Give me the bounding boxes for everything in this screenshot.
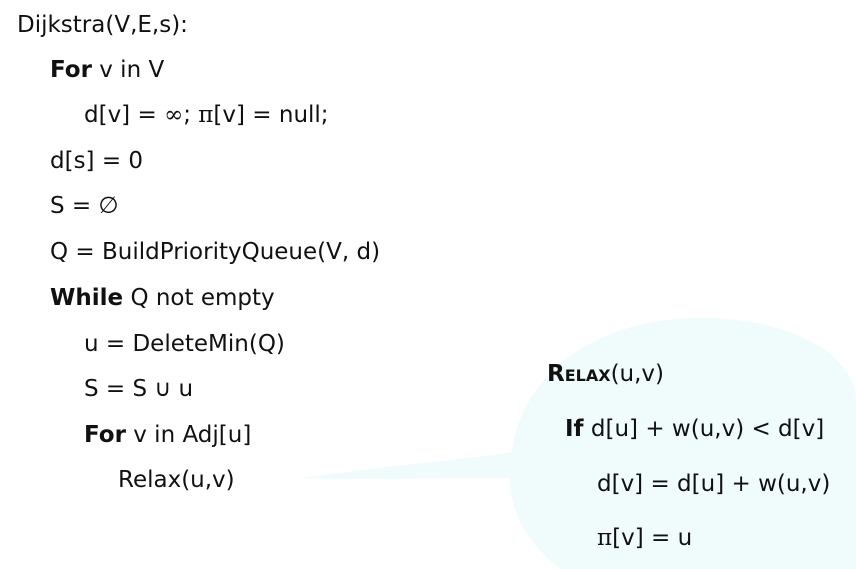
relax-title: Relax(u,v) [547, 361, 665, 387]
deletemin-line: u = DeleteMin(Q) [84, 331, 285, 357]
init-line: d[v] = ∞; π[v] = null; [84, 102, 329, 128]
relax-if-line: If d[u] + w(u,v) < d[v] [565, 416, 825, 442]
s-union-line: S = S ∪ u [84, 376, 194, 402]
relax-call-line: Relax(u,v) [118, 467, 235, 493]
ds-line: d[s] = 0 [50, 148, 144, 174]
relax-assign-line: d[v] = d[u] + w(u,v) [597, 471, 831, 497]
s-init-line: S = ∅ [50, 193, 119, 219]
for-line: For v in V [50, 57, 165, 83]
while-line: While Q not empty [50, 285, 275, 311]
for-adj-line: For v in Adj[u] [84, 422, 252, 448]
build-queue-line: Q = BuildPriorityQueue(V, d) [50, 239, 381, 265]
algorithm-header: Dijkstra(V,E,s): [17, 12, 188, 38]
relax-pi-line: π[v] = u [597, 525, 693, 551]
